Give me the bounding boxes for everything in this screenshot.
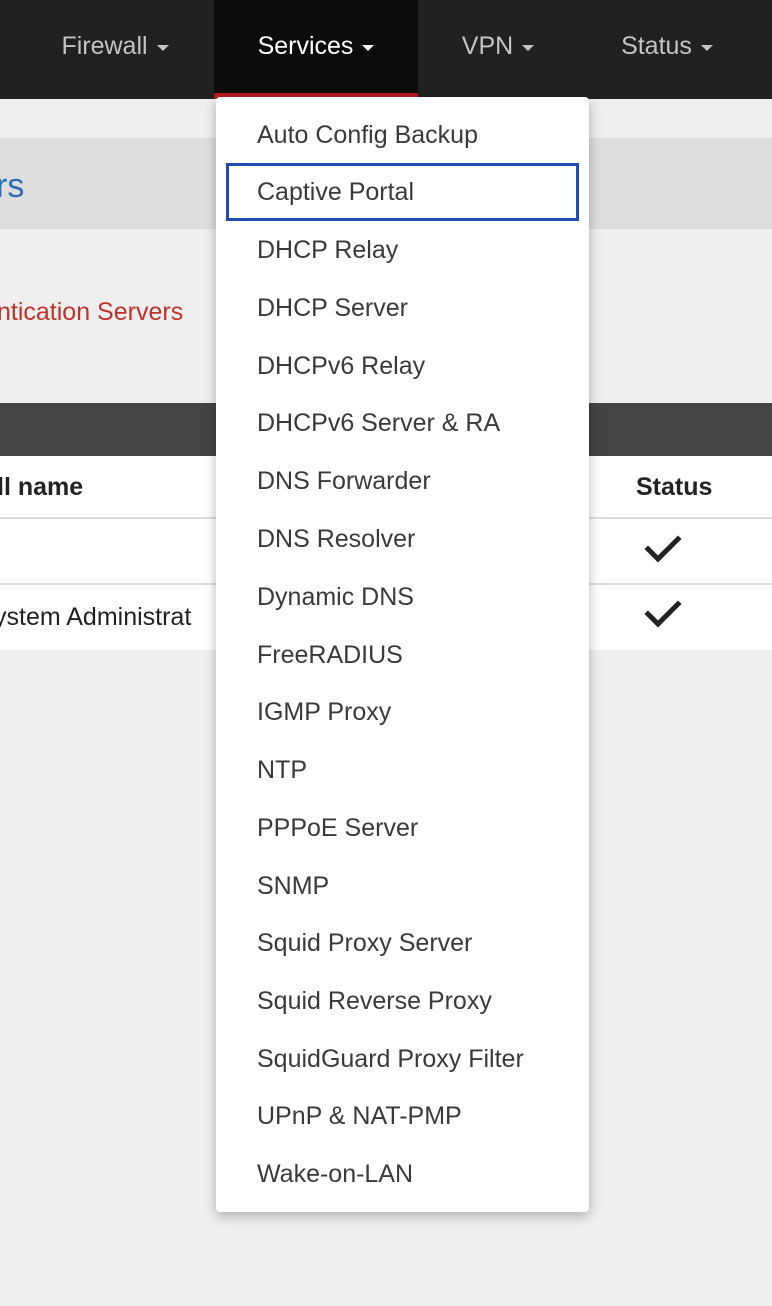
menu-item-freeradius[interactable]: FreeRADIUS: [226, 626, 579, 684]
menu-item-ntp[interactable]: NTP: [226, 741, 579, 799]
authentication-servers-link[interactable]: ntication Servers: [0, 296, 183, 328]
caret-down-icon: [700, 45, 713, 51]
nav-services-label: Services: [257, 32, 354, 60]
services-dropdown-menu: Auto Config Backup Captive Portal DHCP R…: [216, 97, 589, 1212]
menu-item-dhcpv6-server-ra[interactable]: DHCPv6 Server & RA: [226, 394, 579, 452]
checkmark-icon: [644, 600, 682, 628]
page-title: rs: [0, 167, 25, 205]
top-navbar: Firewall Services VPN Status: [0, 0, 772, 99]
nav-firewall-label: Firewall: [61, 32, 148, 60]
nav-services-menu[interactable]: Services: [214, 0, 418, 99]
table-row-2-full-name: ystem Administrat: [0, 603, 192, 631]
menu-item-captive-portal[interactable]: Captive Portal: [226, 163, 579, 221]
caret-down-icon: [522, 45, 535, 51]
menu-item-dynamic-dns[interactable]: Dynamic DNS: [226, 568, 579, 626]
menu-item-squid-reverse-proxy[interactable]: Squid Reverse Proxy: [226, 972, 579, 1030]
menu-item-dns-forwarder[interactable]: DNS Forwarder: [226, 452, 579, 510]
nav-firewall-menu[interactable]: Firewall: [34, 0, 196, 93]
caret-down-icon: [362, 45, 375, 51]
checkmark-icon: [644, 535, 682, 563]
menu-item-dhcpv6-relay[interactable]: DHCPv6 Relay: [226, 337, 579, 395]
column-header-status: Status: [636, 473, 713, 501]
nav-vpn-menu[interactable]: VPN: [436, 0, 560, 93]
menu-item-pppoe-server[interactable]: PPPoE Server: [226, 799, 579, 857]
menu-item-squid-proxy-server[interactable]: Squid Proxy Server: [226, 914, 579, 972]
menu-item-dhcp-relay[interactable]: DHCP Relay: [226, 221, 579, 279]
menu-item-upnp-nat-pmp[interactable]: UPnP & NAT-PMP: [226, 1087, 579, 1145]
caret-down-icon: [156, 45, 169, 51]
menu-item-snmp[interactable]: SNMP: [226, 857, 579, 915]
nav-status-label: Status: [621, 32, 692, 60]
nav-vpn-label: VPN: [461, 32, 514, 60]
menu-item-dhcp-server[interactable]: DHCP Server: [226, 279, 579, 337]
menu-item-squidguard-proxy-filter[interactable]: SquidGuard Proxy Filter: [226, 1030, 579, 1088]
menu-item-auto-config-backup[interactable]: Auto Config Backup: [226, 106, 579, 164]
menu-item-wake-on-lan[interactable]: Wake-on-LAN: [226, 1145, 579, 1203]
menu-item-igmp-proxy[interactable]: IGMP Proxy: [226, 683, 579, 741]
menu-item-dns-resolver[interactable]: DNS Resolver: [226, 510, 579, 568]
column-header-full-name: ll name: [0, 473, 84, 501]
nav-status-menu[interactable]: Status: [596, 0, 738, 93]
